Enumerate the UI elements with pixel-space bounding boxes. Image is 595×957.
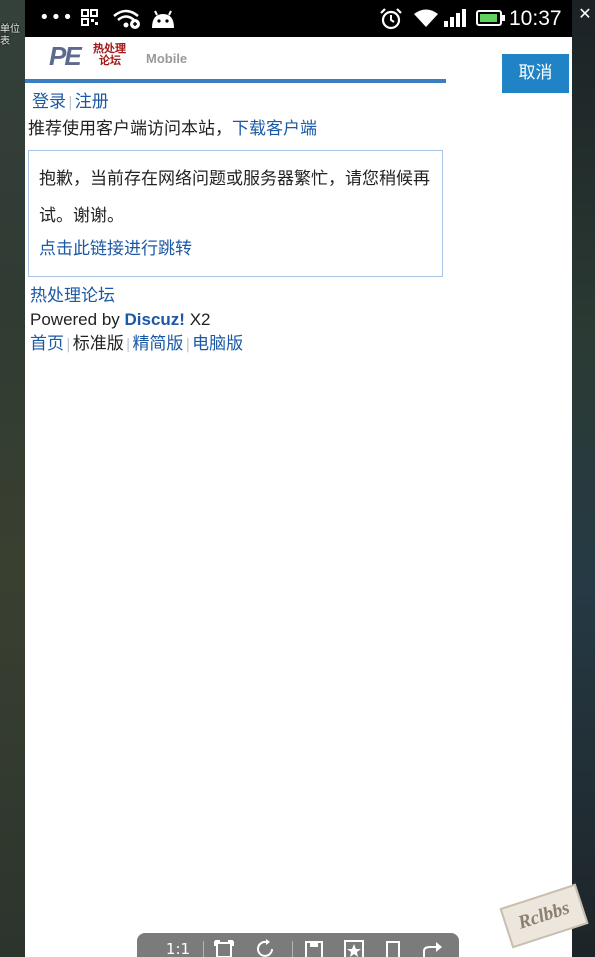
register-link[interactable]: 注册 — [75, 92, 109, 112]
rotate-icon[interactable] — [255, 939, 277, 957]
powered-prefix: Powered by — [30, 310, 125, 329]
footer-nav: 首页 | 标准版 | 精简版 | 电脑版 — [30, 332, 243, 357]
footer-forum-name: 热处理论坛 — [30, 284, 115, 308]
desktop-right-strip — [572, 0, 595, 957]
logo-chinese-line-2: 论坛 — [99, 54, 121, 67]
auth-links: 登录 | 注册 — [32, 90, 109, 114]
logo-mobile-label: Mobile — [146, 51, 188, 66]
close-icon[interactable]: ✕ — [578, 4, 592, 24]
viewer-toolbar: 1:1 — [137, 933, 459, 957]
client-recommendation: 推荐使用客户端访问本站，下载客户端 — [28, 117, 317, 141]
site-logo[interactable]: PE 热处理 论坛 Mobile — [49, 41, 199, 71]
web-content: PE 热处理 论坛 Mobile 取消 登录 | 注册 推荐使用客户端访问本站，下载… — [25, 37, 572, 957]
auth-separator: | — [68, 95, 73, 111]
nav-home-link[interactable]: 首页 — [30, 334, 64, 354]
header-divider — [25, 79, 446, 83]
cancel-button[interactable]: 取消 — [502, 54, 569, 93]
qr-grid-icon — [81, 9, 98, 26]
toolbar-separator — [292, 941, 293, 957]
android-icon — [152, 10, 174, 28]
desktop-icon-label-line-2: 表 — [0, 36, 10, 47]
forum-home-link[interactable]: 热处理论坛 — [30, 286, 115, 306]
error-message-text: 抱歉，当前存在网络问题或服务器繁忙，请您稍候再试。谢谢。 — [39, 169, 430, 226]
recommend-text: 推荐使用客户端访问本站， — [28, 119, 232, 139]
login-link[interactable]: 登录 — [32, 92, 66, 112]
logo-chinese: 热处理 论坛 — [93, 43, 137, 67]
powered-brand[interactable]: Discuz! — [125, 310, 185, 329]
signal-icon — [444, 9, 466, 27]
toolbar-separator — [203, 941, 204, 957]
favorite-icon[interactable] — [343, 939, 365, 957]
powered-by: Powered by Discuz! X2 — [30, 308, 211, 332]
redirect-link[interactable]: 点击此链接进行跳转 — [39, 235, 434, 263]
nav-separator: | — [185, 337, 191, 353]
fit-screen-icon[interactable] — [213, 939, 235, 957]
wifi-share-icon — [113, 9, 140, 29]
more-dots-icon: ••• — [39, 7, 74, 28]
nav-separator: | — [66, 337, 71, 353]
desktop-left-strip — [0, 0, 25, 957]
error-message-box: 抱歉，当前存在网络问题或服务器繁忙，请您稍候再试。谢谢。 点击此链接进行跳转 — [28, 150, 443, 277]
desktop-icon-label-line-1: 单位 — [0, 24, 20, 35]
nav-lite-link[interactable]: 精简版 — [132, 334, 183, 354]
battery-icon — [476, 10, 505, 26]
logo-mark: PE — [49, 41, 82, 71]
desktop-icon-label: 单位 表 — [0, 24, 25, 48]
save-icon[interactable] — [303, 939, 325, 957]
share-icon[interactable] — [421, 939, 445, 957]
download-client-link[interactable]: 下载客户端 — [232, 119, 317, 139]
nav-desktop-link[interactable]: 电脑版 — [192, 334, 243, 354]
wifi-icon — [414, 9, 438, 27]
copy-icon[interactable] — [382, 939, 404, 957]
actual-size-button[interactable]: 1:1 — [163, 939, 193, 957]
powered-version: X2 — [184, 310, 211, 329]
status-time: 10:37 — [509, 7, 562, 30]
status-bar: ••• 10:37 — [25, 0, 572, 37]
alarm-clock-icon — [380, 8, 402, 30]
nav-standard-current: 标准版 — [72, 334, 124, 354]
